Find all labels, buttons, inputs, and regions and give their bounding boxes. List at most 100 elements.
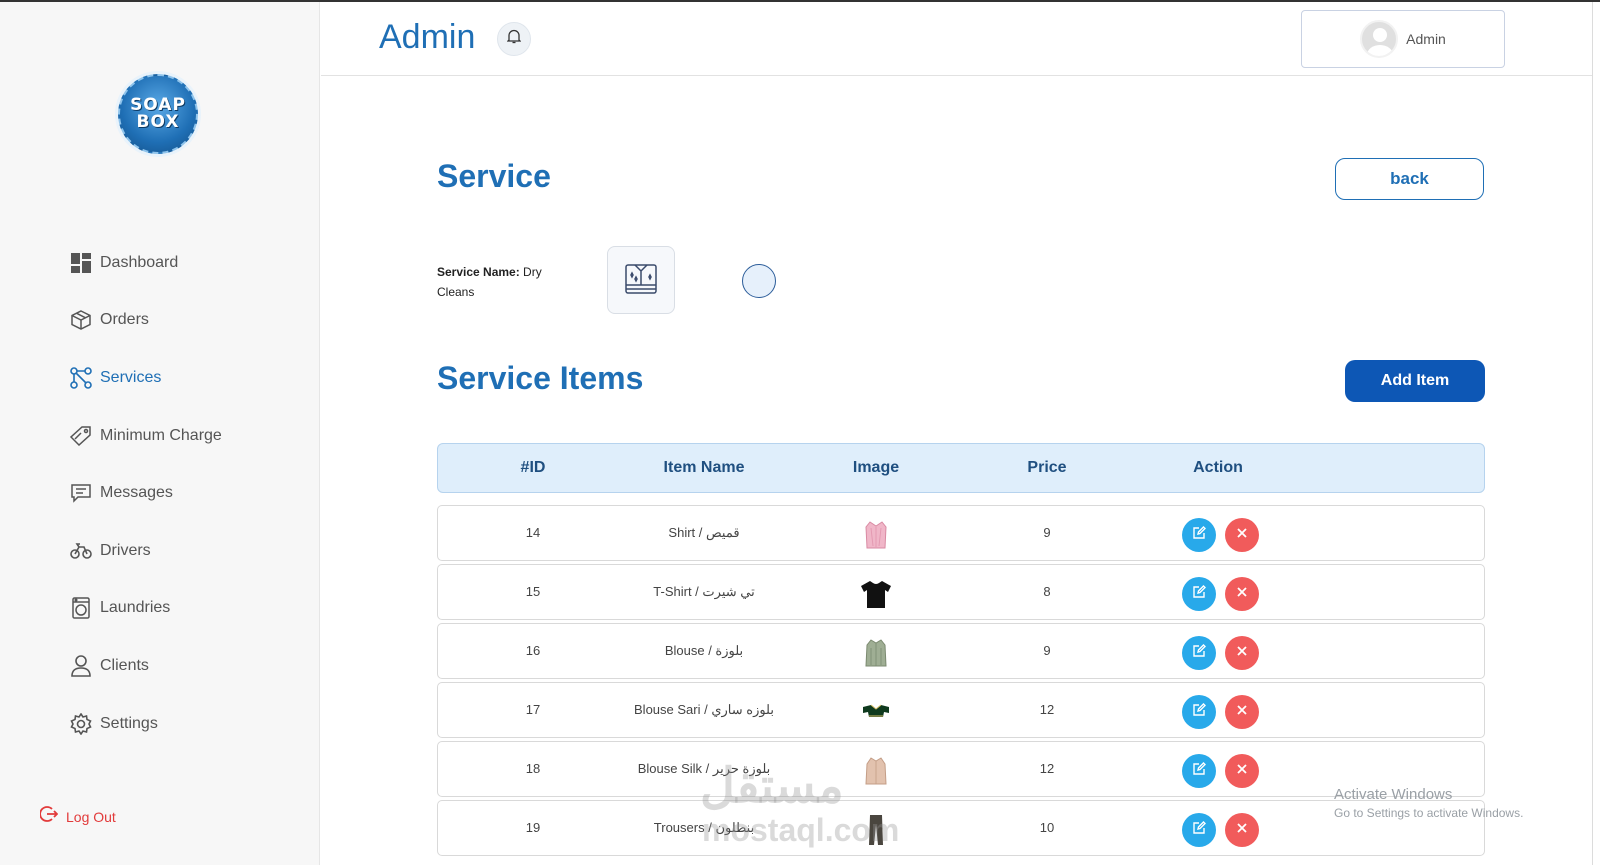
sidebar-item-label: Services [100,368,162,386]
edit-button[interactable] [1182,695,1216,729]
edit-icon [1192,584,1206,604]
close-icon [1236,762,1248,780]
table-row: 15 T-Shirt / تي شيرت 8 [437,564,1485,620]
item-price: 10 [1039,820,1055,835]
service-name: Service Name: Dry Cleans [437,262,567,302]
edit-button[interactable] [1182,813,1216,847]
gear-icon [70,712,92,735]
activate-windows-title: Activate Windows [1334,786,1453,803]
edit-button[interactable] [1182,518,1216,552]
page-title: Admin [379,18,476,56]
sidebar-item-label: Orders [100,311,149,329]
delete-button[interactable] [1225,754,1259,788]
edit-button[interactable] [1182,754,1216,788]
item-name: T-Shirt / تي شيرت [653,584,755,599]
back-button[interactable]: back [1335,158,1484,200]
edit-icon [1192,761,1206,781]
sidebar-item-minimum-charge[interactable]: Minimum Charge [70,407,222,465]
item-name: Shirt / قميص [668,525,740,540]
activate-windows-notice: Activate Windows Go to Settings to activ… [1334,786,1523,820]
black-tshirt-icon [859,577,893,611]
watermark-url: mostaql.com [702,812,900,848]
sidebar-nav: Dashboard Orders Services Minimum Charge… [70,234,222,752]
logout-button[interactable]: Log Out [39,805,116,828]
close-icon [1236,821,1248,839]
delete-button[interactable] [1225,695,1259,729]
sidebar-item-messages[interactable]: Messages [70,464,222,522]
column-header-price: Price [1027,459,1067,476]
item-price: 12 [1039,761,1055,776]
item-id: 19 [525,820,541,835]
table-row: 17 Blouse Sari / بلوزه ساري 12 [437,682,1485,738]
sidebar-item-label: Messages [100,484,173,502]
bike-icon [70,540,92,562]
activate-windows-subtitle: Go to Settings to activate Windows. [1334,806,1524,820]
sidebar-item-clients[interactable]: Clients [70,637,222,695]
close-icon [1236,644,1248,662]
close-icon [1236,703,1248,721]
sidebar-item-orders[interactable]: Orders [70,292,222,350]
bell-icon [506,29,522,49]
item-name: Blouse / بلوزة [664,643,744,658]
item-id: 18 [525,761,541,776]
watermark-brand: مستقل [700,760,844,813]
item-price: 8 [1043,584,1051,599]
item-name: Blouse Sari / بلوزه ساري [634,702,774,717]
sidebar-item-label: Clients [100,656,149,674]
service-image [607,246,675,314]
delete-button[interactable] [1225,577,1259,611]
column-header-image: Image [852,459,900,476]
logout-label: Log Out [66,808,116,825]
scrollbar[interactable] [1592,2,1600,865]
sidebar-item-label: Drivers [100,541,151,559]
sidebar-item-laundries[interactable]: Laundries [70,580,222,638]
table-row: 14 Shirt / قميص 9 [437,505,1485,561]
user-profile-button[interactable]: Admin [1301,10,1505,68]
edit-button[interactable] [1182,577,1216,611]
box-icon [70,309,92,331]
sidebar-item-label: Minimum Charge [100,426,222,444]
sidebar-item-label: Dashboard [100,253,179,271]
item-id: 15 [525,584,541,599]
service-title: Service [437,158,551,194]
user-name: Admin [1406,31,1446,47]
item-price: 9 [1043,643,1051,658]
close-icon [1236,526,1248,544]
item-price: 9 [1043,525,1051,540]
item-id: 16 [525,643,541,658]
dry-clean-shirt-icon [623,260,659,301]
message-icon [70,482,92,504]
notification-button[interactable] [497,22,531,56]
dashboard-icon [70,252,92,274]
sidebar-item-settings[interactable]: Settings [70,695,222,753]
logo-text-line2: BOX [136,112,180,132]
edit-icon [1192,525,1206,545]
washer-icon [70,597,92,620]
item-id: 17 [525,702,541,717]
sidebar-item-drivers[interactable]: Drivers [70,522,222,580]
column-header-id: #ID [520,459,546,476]
delete-button[interactable] [1225,518,1259,552]
service-radio[interactable] [742,264,776,298]
service-name-label: Service Name: [437,265,520,279]
edit-icon [1192,702,1206,722]
sidebar-item-services[interactable]: Services [70,349,222,407]
top-header: Admin Admin [321,2,1600,76]
services-icon [70,367,92,389]
item-id: 14 [525,525,541,540]
tag-icon [70,425,92,447]
item-price: 12 [1039,702,1055,717]
soapbox-logo[interactable]: SOAP BOX [118,74,198,154]
service-items-title: Service Items [437,360,644,396]
sari-blouse-icon [859,695,893,729]
add-item-button[interactable]: Add Item [1345,360,1485,402]
avatar [1360,20,1399,58]
delete-button[interactable] [1225,813,1259,847]
column-header-action: Action [1193,459,1243,476]
pink-shirt-icon [859,518,893,552]
edit-icon [1192,820,1206,840]
edit-button[interactable] [1182,636,1216,670]
delete-button[interactable] [1225,636,1259,670]
sidebar-item-dashboard[interactable]: Dashboard [70,234,222,292]
edit-icon [1192,643,1206,663]
